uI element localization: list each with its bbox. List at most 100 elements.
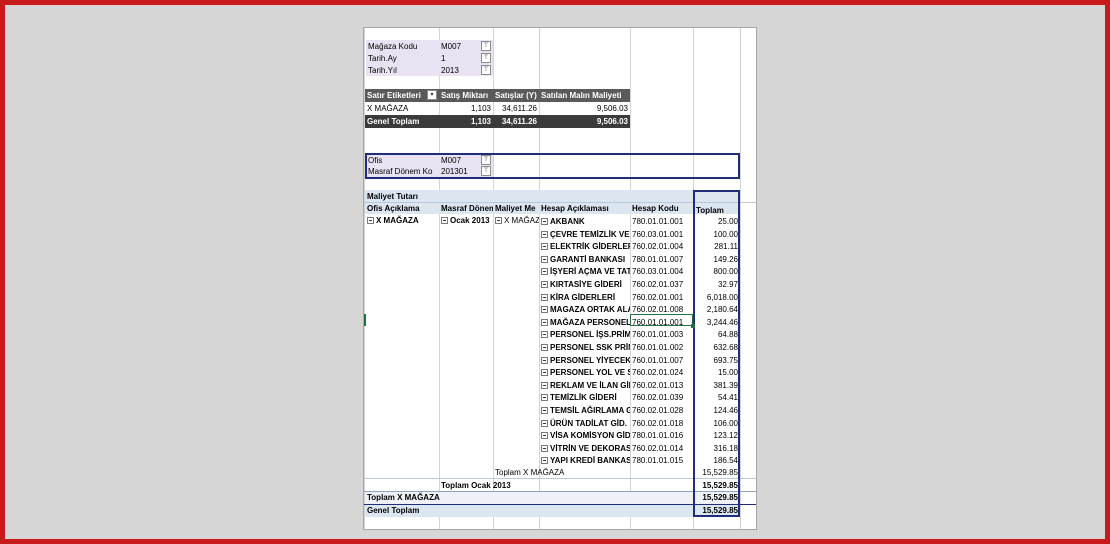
account-code: 780.01.01.015 bbox=[632, 456, 684, 465]
account-code: 760.02.01.037 bbox=[632, 280, 684, 289]
collapse-icon[interactable] bbox=[541, 407, 548, 414]
account-code: 760.02.01.001 bbox=[632, 293, 684, 302]
collapse-icon[interactable] bbox=[541, 256, 548, 263]
screenshot-frame: Mağaza Kodu M007 ⊤ Tarih.Ay 1 ⊤ Tarih.Yı… bbox=[0, 0, 1110, 544]
account-code: 760.02.01.039 bbox=[632, 393, 684, 402]
pivot1-total-cell: 1,103 bbox=[470, 117, 491, 126]
col-line bbox=[493, 28, 494, 529]
collapse-icon[interactable] bbox=[541, 294, 548, 301]
account-name[interactable]: ELEKTRİK GİDERLERİ bbox=[541, 241, 630, 252]
account-code: 760.03.01.004 bbox=[632, 267, 684, 276]
collapse-icon[interactable] bbox=[541, 457, 548, 464]
toplam-column-outline bbox=[693, 190, 740, 517]
account-code: 760.02.01.013 bbox=[632, 381, 684, 390]
account-name[interactable]: MAGAZA ORTAK ALA bbox=[541, 304, 630, 315]
filter-value: M007 bbox=[441, 42, 462, 51]
account-name[interactable]: MAĞAZA PERSONEL bbox=[541, 317, 630, 328]
account-name[interactable]: VİTRİN VE DEKORASY bbox=[541, 443, 630, 454]
account-name-text: PERSONEL SSK PRİM bbox=[550, 343, 630, 352]
group-ofis[interactable]: X MAĞAZA bbox=[367, 215, 439, 226]
account-name[interactable]: PERSONEL İŞS.PRİM bbox=[541, 329, 630, 340]
account-name[interactable]: YAPI KREDİ BANKASI bbox=[541, 455, 630, 466]
collapse-icon[interactable] bbox=[541, 243, 548, 250]
subtotal-label: Toplam X MAĞAZA bbox=[367, 493, 440, 502]
account-name-text: GARANTİ BANKASI bbox=[550, 255, 626, 264]
filter-label: Tarih.Yıl bbox=[368, 66, 397, 75]
account-code: 760.02.01.004 bbox=[632, 242, 684, 251]
pivot1-header: Satışlar (Y) bbox=[495, 91, 537, 100]
selected-cell[interactable] bbox=[630, 314, 693, 326]
account-name[interactable]: AKBANK bbox=[541, 216, 630, 227]
collapse-icon[interactable] bbox=[541, 306, 548, 313]
pivot2-col-header: Hesap Kodu bbox=[632, 204, 679, 213]
filter-label: Mağaza Kodu bbox=[368, 42, 418, 51]
collapse-icon[interactable] bbox=[541, 218, 548, 225]
pivot2-measure-label: Maliyet Tutarı bbox=[367, 192, 418, 201]
collapse-icon[interactable] bbox=[495, 217, 502, 224]
collapse-icon[interactable] bbox=[541, 344, 548, 351]
account-name[interactable]: İŞYERİ AÇMA VE TAT bbox=[541, 266, 630, 277]
account-name[interactable]: PERSONEL YOL VE SE bbox=[541, 367, 630, 378]
pivot1-cell: 9,506.03 bbox=[596, 104, 628, 113]
collapse-icon[interactable] bbox=[541, 432, 548, 439]
collapse-icon[interactable] bbox=[541, 281, 548, 288]
account-code: 760.01.01.007 bbox=[632, 356, 684, 365]
collapse-icon[interactable] bbox=[541, 231, 548, 238]
pivot2-col-header: Hesap Açıklaması bbox=[541, 204, 609, 213]
pivot1-total-cell: 34,611.26 bbox=[501, 117, 537, 126]
collapse-icon[interactable] bbox=[541, 369, 548, 376]
pivot2-col-header: Ofis Açıklama bbox=[367, 204, 420, 213]
account-name-text: AKBANK bbox=[550, 217, 585, 226]
collapse-icon[interactable] bbox=[367, 217, 374, 224]
account-name[interactable]: ÜRÜN TADİLAT GİD. bbox=[541, 418, 630, 429]
group-merkez[interactable]: X MAĞAZA bbox=[495, 215, 539, 226]
account-name-text: VİTRİN VE DEKORASY bbox=[550, 444, 630, 453]
filter-dropdown-icon[interactable]: ⊤ bbox=[481, 53, 491, 63]
filter-label: Masraf Dönem Ko bbox=[368, 167, 433, 176]
account-name[interactable]: TEMSİL AĞIRLAMA G bbox=[541, 405, 630, 416]
collapse-icon[interactable] bbox=[541, 382, 548, 389]
account-name[interactable]: PERSONEL YİYECEK G bbox=[541, 355, 630, 366]
account-name[interactable]: VİSA KOMİSYON GİD bbox=[541, 430, 630, 441]
collapse-icon[interactable] bbox=[541, 445, 548, 452]
account-name-text: ÇEVRE TEMİZLİK VER bbox=[550, 230, 630, 239]
account-name[interactable]: TEMİZLİK GİDERİ bbox=[541, 392, 630, 403]
account-name[interactable]: KIRTASİYE GİDERİ bbox=[541, 279, 630, 290]
spreadsheet-grid[interactable]: Mağaza Kodu M007 ⊤ Tarih.Ay 1 ⊤ Tarih.Yı… bbox=[363, 27, 757, 530]
account-code: 780.01.01.001 bbox=[632, 217, 684, 226]
collapse-icon[interactable] bbox=[541, 331, 548, 338]
collapse-icon[interactable] bbox=[541, 394, 548, 401]
group-donem-label: Ocak 2013 bbox=[450, 216, 490, 225]
filter-dropdown-icon[interactable]: ⊤ bbox=[481, 41, 491, 51]
collapse-icon[interactable] bbox=[541, 357, 548, 364]
group-ofis-label: X MAĞAZA bbox=[376, 216, 419, 225]
filter-dropdown-icon[interactable]: ⊤ bbox=[481, 166, 491, 176]
account-name[interactable]: KİRA GİDERLERİ bbox=[541, 292, 630, 303]
group-donem[interactable]: Ocak 2013 bbox=[441, 215, 493, 226]
row-labels-dropdown-icon[interactable]: ▾ bbox=[427, 90, 437, 100]
pivot2-col-header: Maliyet Me bbox=[495, 204, 536, 213]
account-name-text: PERSONEL YOL VE SE bbox=[550, 368, 630, 377]
filter-dropdown-icon[interactable]: ⊤ bbox=[481, 65, 491, 75]
account-name[interactable]: ÇEVRE TEMİZLİK VER bbox=[541, 229, 630, 240]
account-name[interactable]: PERSONEL SSK PRİM bbox=[541, 342, 630, 353]
pivot1-header: Satış Miktarı bbox=[441, 91, 489, 100]
account-name-text: VİSA KOMİSYON GİD bbox=[550, 431, 630, 440]
collapse-icon[interactable] bbox=[541, 319, 548, 326]
account-name-text: PERSONEL YİYECEK G bbox=[550, 356, 630, 365]
account-name-text: YAPI KREDİ BANKASI bbox=[550, 456, 630, 465]
account-name[interactable]: GARANTİ BANKASI bbox=[541, 254, 630, 265]
account-code: 760.01.01.003 bbox=[632, 330, 684, 339]
collapse-icon[interactable] bbox=[441, 217, 448, 224]
account-code: 760.02.01.028 bbox=[632, 406, 684, 415]
collapse-icon[interactable] bbox=[541, 420, 548, 427]
col-line bbox=[364, 28, 365, 529]
account-name-text: KİRA GİDERLERİ bbox=[550, 293, 616, 302]
filter-dropdown-icon[interactable]: ⊤ bbox=[481, 155, 491, 165]
grand-total-label: Genel Toplam bbox=[367, 506, 420, 515]
subtotal-label: Toplam X MAĞAZA bbox=[495, 468, 565, 477]
filter-value: 1 bbox=[441, 54, 446, 63]
fill-handle[interactable] bbox=[691, 324, 695, 328]
collapse-icon[interactable] bbox=[541, 268, 548, 275]
account-name[interactable]: REKLAM VE İLAN GİD bbox=[541, 380, 630, 391]
